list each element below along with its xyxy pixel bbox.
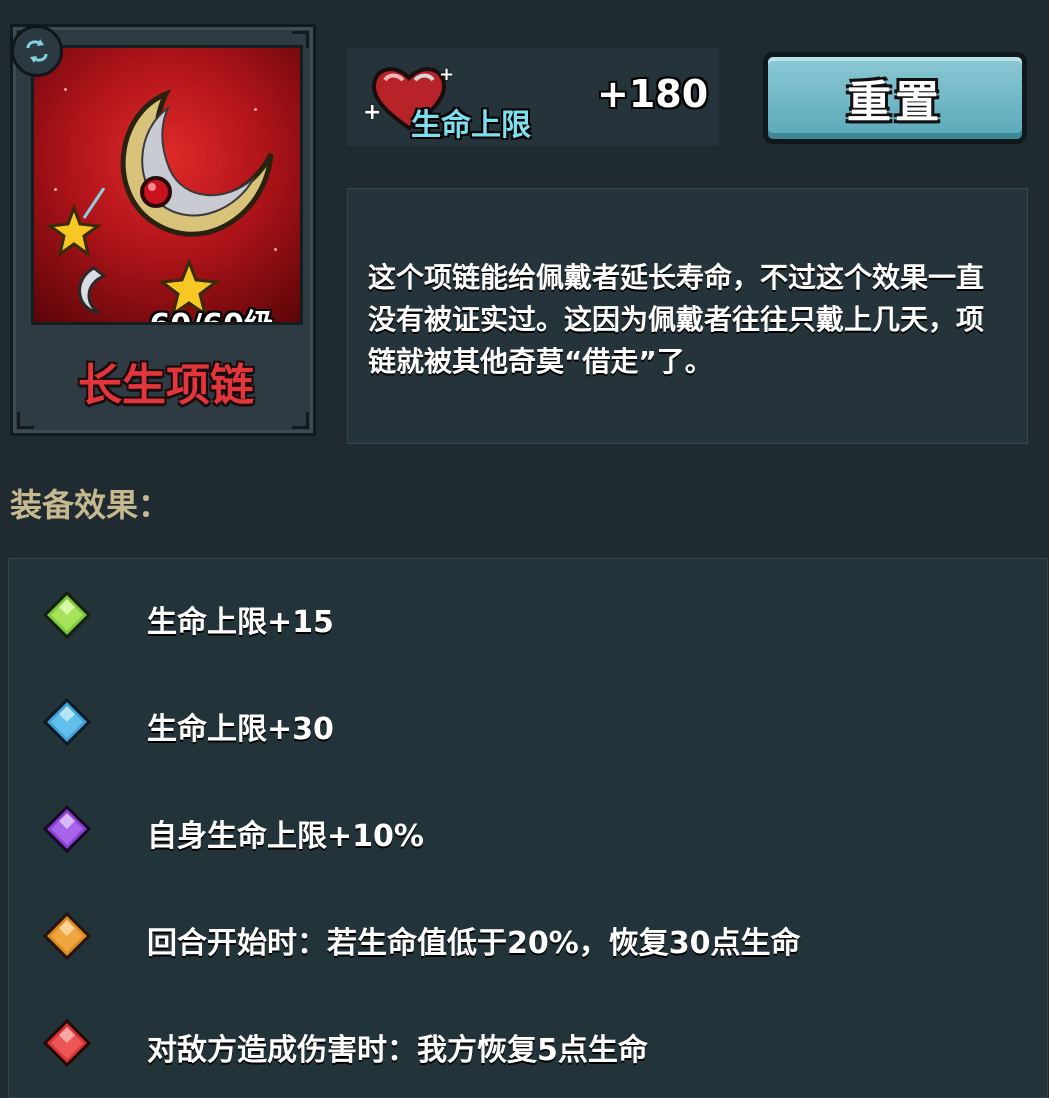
- effect-text: 生命上限+30: [147, 712, 334, 747]
- item-description: 这个项链能给佩戴者延长寿命，不过这个效果一直没有被证实过。这因为佩戴者往往只戴上…: [368, 261, 985, 378]
- swap-icon: [26, 39, 48, 63]
- effect-text: 自身生命上限+10%: [147, 819, 424, 854]
- green-gem-icon: [43, 591, 91, 639]
- item-card[interactable]: 60/60级 长生项链: [10, 24, 316, 436]
- reset-button[interactable]: 重置: [763, 52, 1027, 144]
- swap-button[interactable]: [11, 25, 63, 77]
- effect-row: 生命上限+30: [33, 692, 1023, 752]
- item-artwork: 60/60级: [31, 45, 303, 325]
- description-box: 这个项链能给佩戴者延长寿命，不过这个效果一直没有被证实过。这因为佩戴者往往只戴上…: [347, 188, 1028, 444]
- card-corner: [292, 412, 309, 429]
- reset-button-label: 重置: [847, 77, 943, 128]
- crescent-necklace-icon: [120, 89, 274, 237]
- stat-value: +180: [597, 72, 709, 116]
- red-gem-icon: [43, 1019, 91, 1067]
- purple-gem-icon: [43, 805, 91, 853]
- blue-gem-icon: [43, 698, 91, 746]
- effect-row: 回合开始时：若生命值低于20%，恢复30点生命: [33, 906, 1023, 966]
- item-level: 60/60级: [150, 300, 274, 322]
- effect-text: 对敌方造成伤害时：我方恢复5点生命: [147, 1033, 648, 1068]
- effect-text: 生命上限+15: [147, 605, 334, 640]
- item-name: 长生项链: [78, 360, 254, 411]
- effect-text: 回合开始时：若生命值低于20%，恢复30点生命: [147, 926, 801, 961]
- effects-list: 生命上限+15 生命上限+30 自身生命上限+10% 回合开始时：若生命值低于2…: [8, 558, 1048, 1098]
- stat-label: 生命上限: [411, 108, 531, 143]
- equipment-detail-panel: 60/60级 长生项链 + + 生命上限 +180 重置 这个项链能给佩戴者延长…: [0, 0, 1049, 1098]
- effect-row: 自身生命上限+10%: [33, 799, 1023, 859]
- plus-sparkle-icon: +: [363, 100, 382, 125]
- orange-gem-icon: [43, 912, 91, 960]
- stat-bonus-box: + + 生命上限 +180: [347, 48, 719, 146]
- plus-sparkle-icon: +: [439, 64, 455, 85]
- effects-heading: 装备效果：: [10, 486, 171, 524]
- card-corner: [17, 412, 34, 429]
- star-charm-icon: [45, 188, 107, 315]
- effect-row: 生命上限+15: [33, 585, 1023, 645]
- effect-row: 对敌方造成伤害时：我方恢复5点生命: [33, 1013, 1023, 1073]
- sparkle: [64, 88, 67, 91]
